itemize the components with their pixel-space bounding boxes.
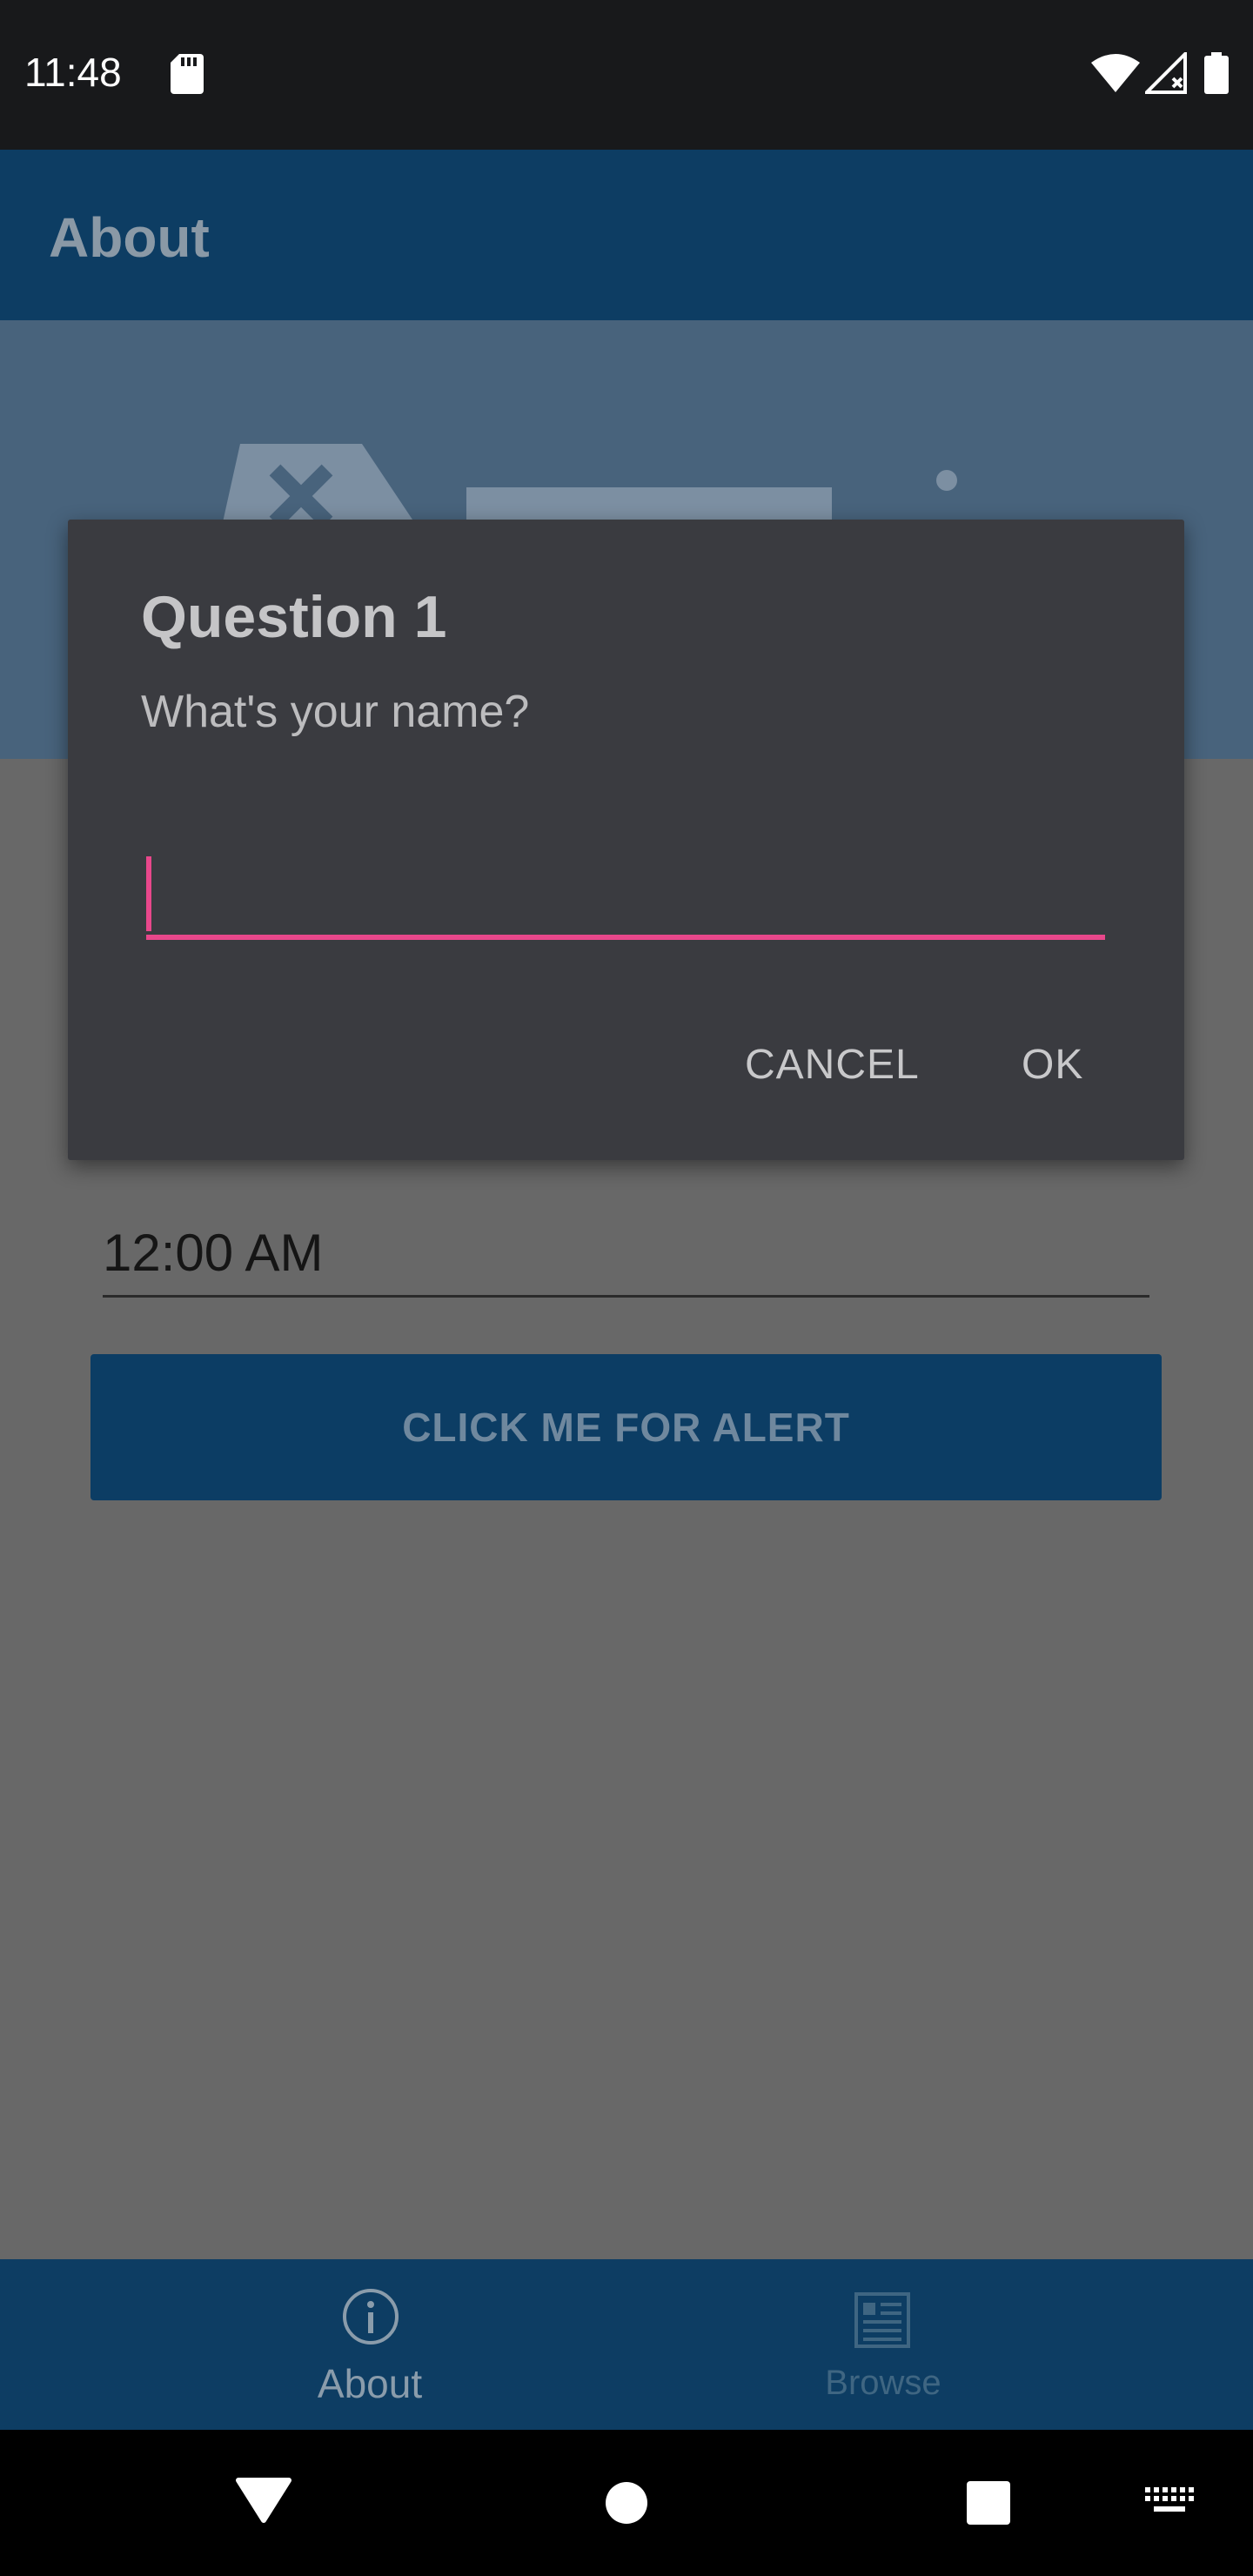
home-icon[interactable] (604, 2480, 649, 2530)
recents-icon[interactable] (966, 2480, 1011, 2530)
keyboard-icon[interactable] (1143, 2485, 1194, 2525)
ok-button[interactable]: OK (1022, 1041, 1083, 1089)
status-time: 11:48 (24, 50, 122, 95)
click-me-for-alert-button[interactable]: CLICK ME FOR ALERT (90, 1354, 1162, 1500)
info-icon (341, 2287, 400, 2351)
battery-icon (1204, 52, 1229, 98)
name-input[interactable] (146, 853, 1105, 940)
cell-signal-off-icon (1142, 50, 1187, 98)
list-icon (854, 2292, 910, 2352)
sd-card-icon (171, 54, 204, 98)
alert-button-label: CLICK ME FOR ALERT (402, 1405, 850, 1450)
dialog-message: What's your name? (141, 687, 530, 737)
back-icon[interactable] (235, 2477, 292, 2528)
time-picker-underline (103, 1295, 1149, 1298)
tab-browse-label: Browse (825, 2364, 941, 2402)
dialog-title: Question 1 (141, 584, 447, 650)
page-title: About (49, 206, 210, 269)
time-picker[interactable]: 12:00 AM (103, 1223, 324, 1283)
cancel-button[interactable]: CANCEL (745, 1041, 920, 1089)
wifi-icon (1091, 54, 1140, 97)
text-cursor (146, 856, 151, 931)
